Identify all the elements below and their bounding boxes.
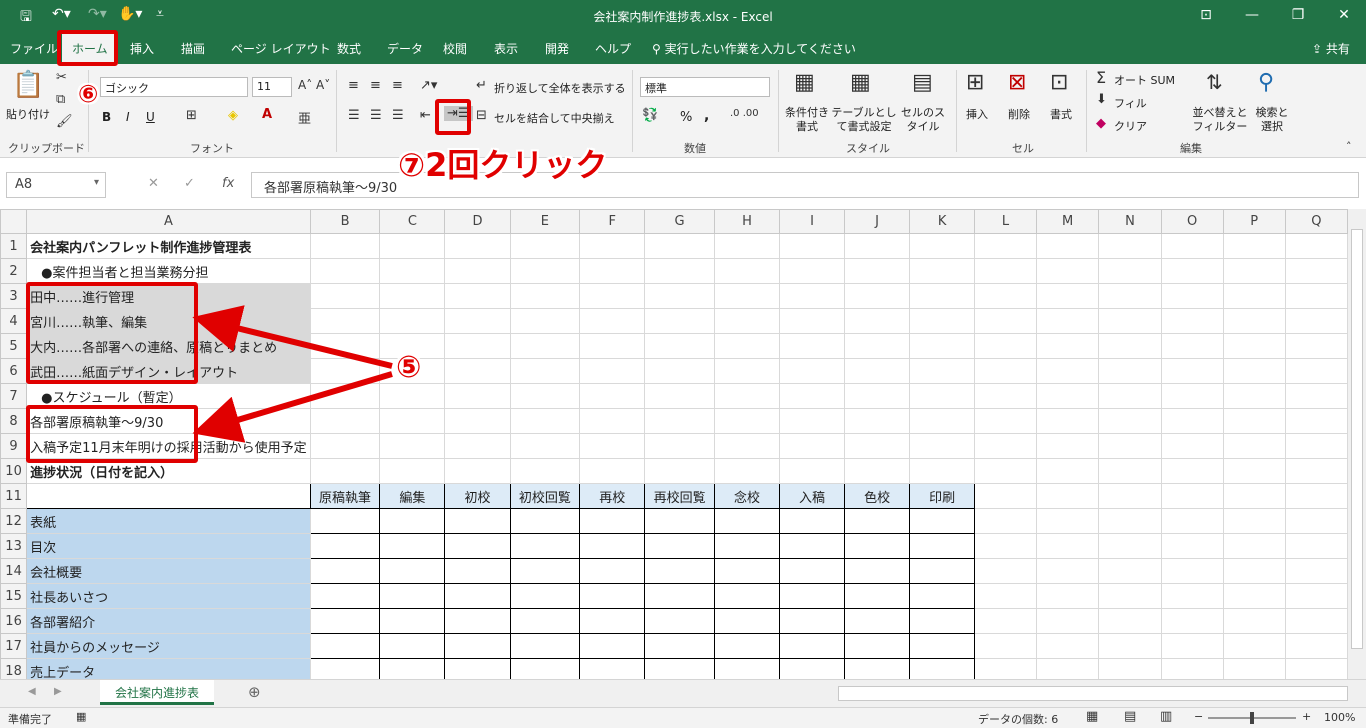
arrow-to-rows-8-9 xyxy=(192,371,393,443)
arrow-to-rows-3-6 xyxy=(192,305,393,369)
step5-label: ⑤ xyxy=(396,350,422,385)
annotation-arrows xyxy=(192,305,393,443)
